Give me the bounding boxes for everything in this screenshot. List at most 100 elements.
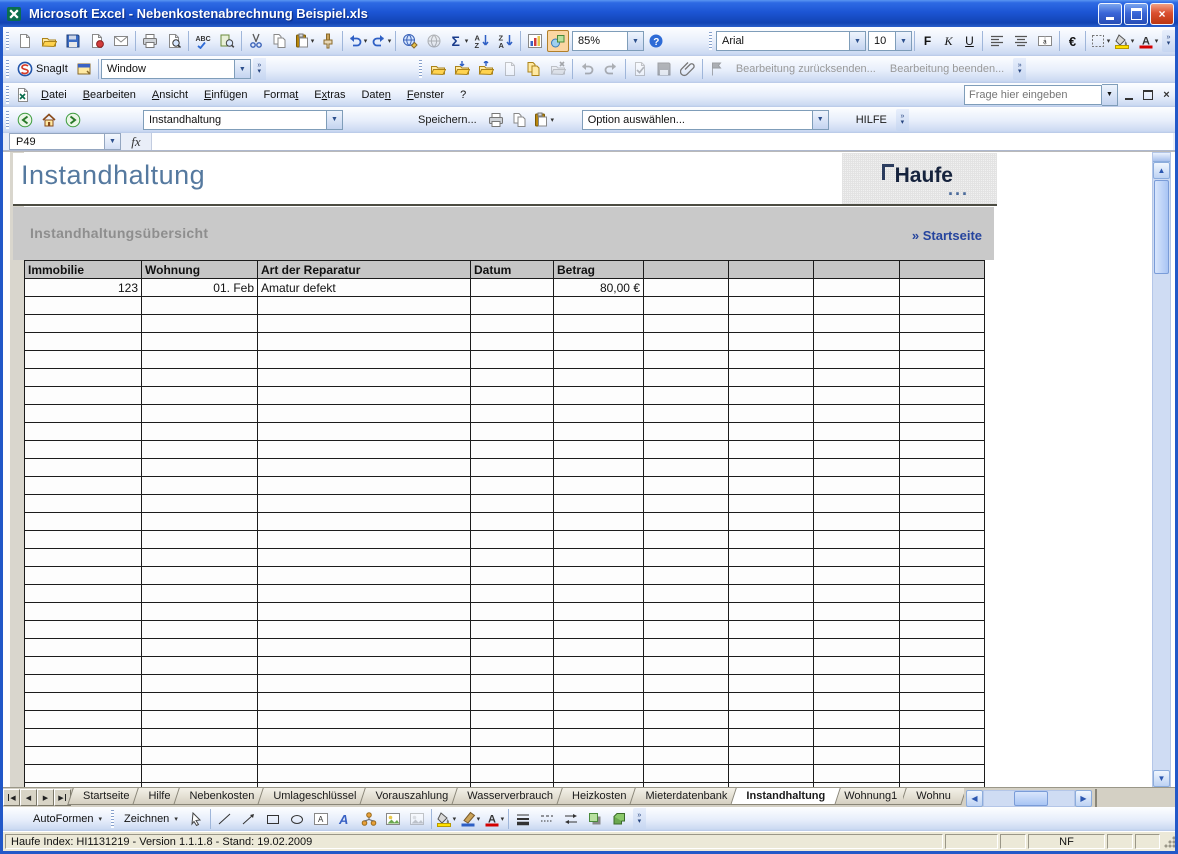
euro-style-button[interactable]: € <box>1062 31 1083 52</box>
cell[interactable] <box>644 675 729 693</box>
menu-daten[interactable]: Daten <box>353 86 398 104</box>
cell[interactable] <box>142 405 258 423</box>
cell[interactable] <box>554 405 644 423</box>
cell[interactable] <box>471 531 554 549</box>
cell[interactable] <box>258 585 471 603</box>
cell[interactable] <box>729 405 814 423</box>
cell[interactable] <box>729 387 814 405</box>
cell[interactable] <box>554 459 644 477</box>
cell[interactable] <box>644 765 729 783</box>
folder-export-icon[interactable] <box>474 58 498 80</box>
cell[interactable] <box>471 675 554 693</box>
cell[interactable] <box>25 351 142 369</box>
copy-pages-icon[interactable] <box>522 58 546 80</box>
toolbar-grip[interactable] <box>6 111 9 129</box>
cell[interactable] <box>729 675 814 693</box>
cell[interactable] <box>471 351 554 369</box>
merge-center-icon[interactable]: a <box>1033 30 1057 52</box>
cell[interactable] <box>729 639 814 657</box>
cell[interactable] <box>900 513 985 531</box>
cell[interactable] <box>554 315 644 333</box>
cell[interactable] <box>471 657 554 675</box>
cell[interactable] <box>900 531 985 549</box>
zoom-combobox[interactable]: 85%▼ <box>572 31 644 51</box>
cell[interactable] <box>554 495 644 513</box>
cell[interactable] <box>900 369 985 387</box>
chevron-down-icon[interactable]: ▼ <box>1102 84 1118 106</box>
cell[interactable] <box>644 657 729 675</box>
fill-color-icon[interactable]: ▾ <box>1112 30 1136 52</box>
cell[interactable] <box>814 585 900 603</box>
cell[interactable] <box>258 459 471 477</box>
cell[interactable] <box>25 567 142 585</box>
cell[interactable] <box>554 765 644 783</box>
research-icon[interactable] <box>215 30 239 52</box>
3d-style-icon[interactable] <box>607 808 631 830</box>
cell[interactable] <box>258 675 471 693</box>
home-icon[interactable] <box>37 109 61 131</box>
toolbar-grip[interactable] <box>6 60 9 78</box>
cell[interactable] <box>258 369 471 387</box>
borders-icon[interactable]: ▾ <box>1088 30 1112 52</box>
menu-extras[interactable]: Extras <box>306 86 353 104</box>
cell[interactable] <box>644 459 729 477</box>
chevron-down-icon[interactable]: ▼ <box>895 32 911 50</box>
select-arrow-icon[interactable] <box>184 808 208 830</box>
drawing-icon[interactable] <box>547 30 569 52</box>
menu-help[interactable]: ? <box>452 86 474 104</box>
cell[interactable] <box>729 333 814 351</box>
sheet-tab-heizkosten[interactable]: Heizkosten <box>559 788 639 805</box>
cell[interactable] <box>142 603 258 621</box>
cell[interactable] <box>814 297 900 315</box>
cell[interactable] <box>25 513 142 531</box>
cell[interactable] <box>258 621 471 639</box>
cell[interactable] <box>258 603 471 621</box>
cell[interactable] <box>814 729 900 747</box>
cell[interactable] <box>471 729 554 747</box>
cell[interactable] <box>900 711 985 729</box>
cell[interactable] <box>25 405 142 423</box>
cell[interactable] <box>554 333 644 351</box>
format-painter-icon[interactable] <box>316 30 340 52</box>
menu-format[interactable]: Format <box>255 86 306 104</box>
cell[interactable] <box>729 477 814 495</box>
startseite-link[interactable]: » Startseite <box>912 228 982 243</box>
cell[interactable] <box>814 513 900 531</box>
font-size-combobox[interactable]: 10▼ <box>868 31 912 51</box>
cell[interactable] <box>900 747 985 765</box>
cell[interactable] <box>471 315 554 333</box>
cell[interactable] <box>258 405 471 423</box>
previous-sheet-button[interactable]: ◀ <box>20 789 37 806</box>
sheet-tab-nebenkosten[interactable]: Nebenkosten <box>176 788 267 805</box>
cell[interactable] <box>900 549 985 567</box>
cell[interactable] <box>471 603 554 621</box>
question-input[interactable] <box>964 85 1102 105</box>
cell[interactable] <box>25 711 142 729</box>
cell[interactable] <box>554 675 644 693</box>
sheet-select-combobox[interactable]: Instandhaltung▼ <box>143 110 343 130</box>
cell[interactable] <box>644 693 729 711</box>
cell[interactable] <box>142 765 258 783</box>
sheet-tab-wasserverbrauch[interactable]: Wasserverbrauch <box>454 788 566 805</box>
insert-function-icon[interactable]: fx <box>121 133 151 150</box>
cell[interactable] <box>258 495 471 513</box>
cell[interactable] <box>554 711 644 729</box>
arrow-style-icon[interactable] <box>559 808 583 830</box>
toolbar-options-icon[interactable]: »▾ <box>896 109 909 131</box>
cell[interactable] <box>900 729 985 747</box>
rectangle-shape-icon[interactable] <box>261 808 285 830</box>
cell[interactable] <box>142 297 258 315</box>
cell[interactable] <box>729 297 814 315</box>
folder-open-icon[interactable] <box>426 58 450 80</box>
cell[interactable] <box>814 333 900 351</box>
cell[interactable] <box>142 747 258 765</box>
cell[interactable] <box>644 423 729 441</box>
bold-button[interactable]: F <box>917 31 938 52</box>
cell[interactable] <box>258 477 471 495</box>
cell[interactable] <box>142 549 258 567</box>
cell[interactable] <box>644 513 729 531</box>
cell[interactable] <box>142 387 258 405</box>
snagit-mode-combobox[interactable]: Window▼ <box>101 59 251 79</box>
cell[interactable] <box>644 747 729 765</box>
cell[interactable] <box>644 495 729 513</box>
